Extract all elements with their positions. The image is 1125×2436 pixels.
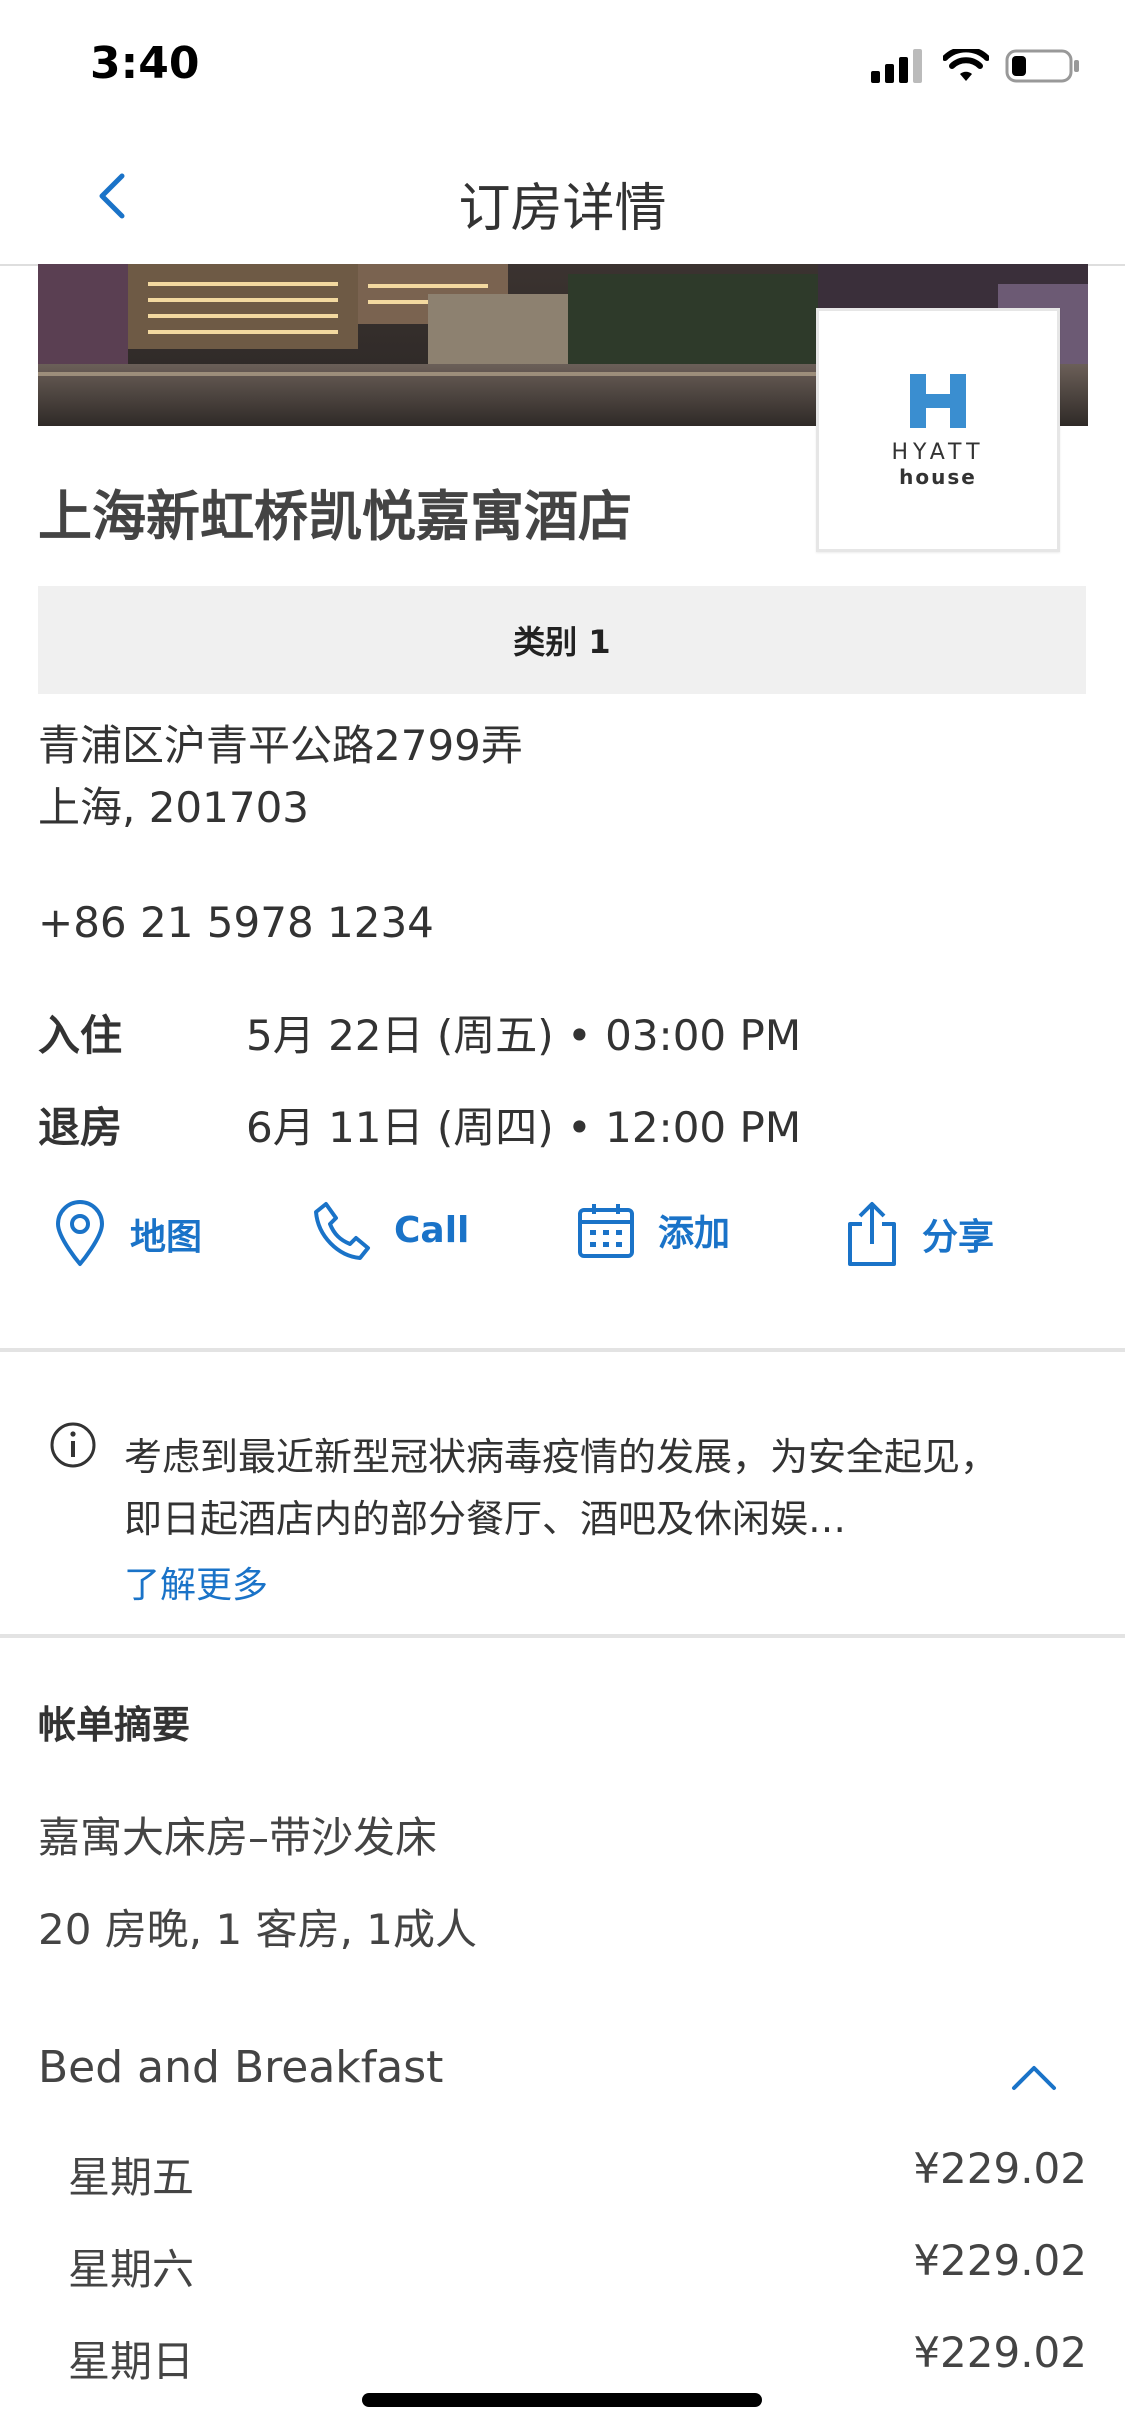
rate-plan-title[interactable]: Bed and Breakfast xyxy=(38,2042,443,2093)
signal-icon xyxy=(871,49,922,83)
page-title: 订房详情 xyxy=(458,179,667,239)
category-badge: 类别 1 xyxy=(38,586,1086,694)
wifi-icon xyxy=(943,49,989,81)
section-divider xyxy=(0,1348,1125,1352)
stay-summary: 20 房晚, 1 客房, 1成人 xyxy=(38,1905,477,1954)
call-label: Call xyxy=(394,1209,470,1251)
status-icons xyxy=(871,48,1081,84)
action-row: 地图 Call 添加 分享 xyxy=(0,1200,1125,1284)
home-indicator[interactable] xyxy=(362,2393,762,2407)
rate-price: ¥229.02 xyxy=(913,2144,1087,2193)
billing-title: 帐单摘要 xyxy=(38,1703,191,1747)
add-label: 添加 xyxy=(658,1213,731,1254)
address-line-1: 青浦区沪青平公路2799弄 xyxy=(38,721,523,770)
hyatt-house-logo-icon xyxy=(910,371,966,428)
checkin-label: 入住 xyxy=(38,1011,123,1060)
checkout-value: 6月 11日 (周四) • 12:00 PM xyxy=(246,1103,802,1152)
map-pin-icon xyxy=(56,1200,104,1266)
checkout-label: 退房 xyxy=(38,1103,123,1152)
rate-day: 星期六 xyxy=(68,2245,195,2294)
notice-text: 考虑到最近新型冠状病毒疫情的发展，为安全起见，即日起酒店内的部分餐厅、酒吧及休闲… xyxy=(124,1435,999,1541)
room-type: 嘉寓大床房–带沙发床 xyxy=(38,1813,438,1862)
info-icon xyxy=(50,1422,96,1468)
address-line-2: 上海, 201703 xyxy=(38,783,310,832)
share-button[interactable]: 分享 xyxy=(844,1200,994,1268)
chevron-up-icon[interactable] xyxy=(1010,2062,1058,2092)
status-time: 3:40 xyxy=(90,38,200,89)
learn-more-link[interactable]: 了解更多 xyxy=(124,1556,268,1608)
rate-price: ¥229.02 xyxy=(913,2236,1087,2285)
checkin-value: 5月 22日 (周五) • 03:00 PM xyxy=(246,1011,802,1060)
battery-icon xyxy=(1005,49,1079,83)
rate-day: 星期日 xyxy=(68,2337,195,2386)
rate-price: ¥229.02 xyxy=(913,2328,1087,2377)
section-divider xyxy=(0,1634,1125,1638)
share-icon xyxy=(848,1202,896,1266)
share-label: 分享 xyxy=(922,1217,995,1258)
phone-icon xyxy=(314,1202,370,1260)
call-button[interactable]: Call xyxy=(312,1200,469,1260)
logo-sub-text: house xyxy=(899,464,977,489)
add-calendar-button[interactable]: 添加 xyxy=(576,1200,730,1260)
rate-day: 星期五 xyxy=(68,2153,195,2202)
hotel-name: 上海新虹桥凯悦嘉寓酒店 xyxy=(38,485,632,548)
map-button[interactable]: 地图 xyxy=(52,1200,202,1268)
calendar-icon xyxy=(578,1204,634,1258)
phone-number[interactable]: +86 21 5978 1234 xyxy=(38,898,434,947)
hotel-logo: HYATT house xyxy=(816,308,1060,552)
map-label: 地图 xyxy=(130,1217,203,1258)
logo-brand-text: HYATT xyxy=(891,439,985,465)
